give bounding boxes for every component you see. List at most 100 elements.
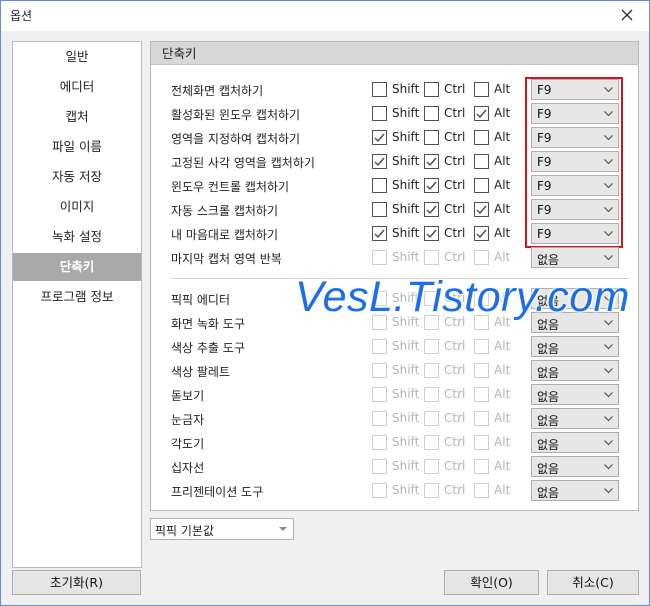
sidebar-item[interactable]: 파일 이름 — [13, 132, 141, 162]
shift-checkbox[interactable] — [372, 130, 387, 145]
key-dropdown[interactable]: F9 — [531, 79, 619, 100]
shift-checkbox[interactable] — [372, 178, 387, 193]
shift-checkbox[interactable] — [372, 202, 387, 217]
shift-checkbox[interactable] — [372, 106, 387, 121]
shift-label: Shift — [392, 178, 420, 192]
ctrl-label: Ctrl — [444, 435, 466, 449]
alt-label: Alt — [494, 82, 511, 96]
dropdown-arrow-icon — [604, 231, 613, 237]
sidebar-item[interactable]: 단축키 — [13, 253, 141, 281]
key-dropdown[interactable]: F9 — [531, 223, 619, 244]
shift-label: Shift — [392, 250, 420, 264]
shift-label: Shift — [392, 435, 420, 449]
ctrl-label: Ctrl — [444, 411, 466, 425]
shift-label: Shift — [392, 82, 420, 96]
ctrl-checkbox[interactable] — [424, 178, 439, 193]
key-dropdown[interactable]: 없음 — [531, 336, 619, 357]
ctrl-label: Ctrl — [444, 82, 466, 96]
alt-label: Alt — [494, 411, 511, 425]
key-dropdown[interactable]: F9 — [531, 199, 619, 220]
alt-checkbox[interactable] — [474, 154, 489, 169]
preset-value: 픽픽 기본값 — [155, 524, 215, 538]
key-value: 없음 — [537, 486, 560, 500]
key-value: 없음 — [537, 253, 560, 267]
shortcut-label: 활성화된 윈도우 캡처하기 — [171, 108, 301, 122]
ctrl-checkbox[interactable] — [424, 130, 439, 145]
ctrl-label: Ctrl — [444, 483, 466, 497]
ok-button[interactable]: 확인(O) — [444, 570, 539, 595]
alt-checkbox — [474, 250, 489, 265]
key-value: 없음 — [537, 462, 560, 476]
key-dropdown[interactable]: F9 — [531, 151, 619, 172]
sidebar-item[interactable]: 녹화 설정 — [13, 222, 141, 252]
reset-button[interactable]: 초기화(R) — [12, 570, 141, 595]
alt-label: Alt — [494, 130, 511, 144]
window-title: 옵션 — [10, 9, 33, 23]
key-dropdown[interactable]: 없음 — [531, 384, 619, 405]
ctrl-checkbox[interactable] — [424, 202, 439, 217]
checkmark-icon — [374, 133, 385, 143]
sidebar-item[interactable]: 자동 저장 — [13, 162, 141, 192]
checkmark-icon — [426, 229, 437, 239]
key-value: F9 — [537, 131, 552, 145]
alt-checkbox — [474, 459, 489, 474]
shortcut-label: 내 마음대로 캡처하기 — [171, 228, 278, 242]
sidebar-item[interactable]: 일반 — [13, 42, 141, 72]
sidebar-item[interactable]: 프로그램 정보 — [13, 282, 141, 312]
ctrl-checkbox[interactable] — [424, 106, 439, 121]
checkmark-icon — [476, 229, 487, 239]
dropdown-arrow-icon — [279, 527, 287, 531]
dropdown-arrow-icon — [604, 344, 613, 350]
cancel-button[interactable]: 취소(C) — [547, 570, 639, 595]
alt-checkbox — [474, 387, 489, 402]
dropdown-arrow-icon — [604, 183, 613, 189]
shortcut-row: 색상 추출 도구 Shift Ctrl Alt 없음 — [151, 335, 638, 359]
shortcut-row: 영역을 지정하여 캡처하기 Shift Ctrl Alt F9 — [151, 126, 638, 150]
dropdown-arrow-icon — [604, 207, 613, 213]
dropdown-arrow-icon — [604, 440, 613, 446]
alt-checkbox[interactable] — [474, 82, 489, 97]
sidebar-item[interactable]: 캡처 — [13, 102, 141, 132]
shortcut-label: 영역을 지정하여 캡처하기 — [171, 132, 301, 146]
shift-checkbox[interactable] — [372, 226, 387, 241]
shift-label: Shift — [392, 459, 420, 473]
alt-checkbox[interactable] — [474, 106, 489, 121]
ctrl-checkbox[interactable] — [424, 82, 439, 97]
key-dropdown[interactable]: 없음 — [531, 432, 619, 453]
alt-checkbox[interactable] — [474, 178, 489, 193]
ctrl-checkbox — [424, 483, 439, 498]
shift-checkbox[interactable] — [372, 82, 387, 97]
key-value: F9 — [537, 179, 552, 193]
key-dropdown[interactable]: 없음 — [531, 456, 619, 477]
key-dropdown[interactable]: 없음 — [531, 360, 619, 381]
shift-checkbox — [372, 459, 387, 474]
shift-checkbox[interactable] — [372, 154, 387, 169]
alt-checkbox[interactable] — [474, 130, 489, 145]
shift-label: Shift — [392, 154, 420, 168]
key-dropdown[interactable]: 없음 — [531, 247, 619, 268]
key-dropdown[interactable]: F9 — [531, 175, 619, 196]
alt-label: Alt — [494, 459, 511, 473]
preset-dropdown[interactable]: 픽픽 기본값 — [150, 518, 294, 540]
sidebar-item[interactable]: 이미지 — [13, 192, 141, 222]
alt-checkbox[interactable] — [474, 202, 489, 217]
key-dropdown[interactable]: 없음 — [531, 480, 619, 501]
dropdown-arrow-icon — [604, 368, 613, 374]
ctrl-checkbox[interactable] — [424, 226, 439, 241]
alt-checkbox[interactable] — [474, 226, 489, 241]
checkmark-icon — [476, 109, 487, 119]
key-dropdown[interactable]: F9 — [531, 127, 619, 148]
ctrl-label: Ctrl — [444, 178, 466, 192]
key-dropdown[interactable]: 없음 — [531, 408, 619, 429]
close-button[interactable] — [617, 5, 637, 25]
key-value: 없음 — [537, 366, 560, 380]
key-dropdown[interactable]: F9 — [531, 103, 619, 124]
sidebar-item[interactable]: 에디터 — [13, 72, 141, 102]
alt-label: Alt — [494, 226, 511, 240]
shift-checkbox — [372, 339, 387, 354]
shortcut-row: 자동 스크롤 캡처하기 Shift Ctrl Alt F9 — [151, 198, 638, 222]
ctrl-checkbox — [424, 250, 439, 265]
dropdown-arrow-icon — [604, 111, 613, 117]
shortcut-label: 전체화면 캡처하기 — [171, 84, 264, 98]
ctrl-checkbox[interactable] — [424, 154, 439, 169]
